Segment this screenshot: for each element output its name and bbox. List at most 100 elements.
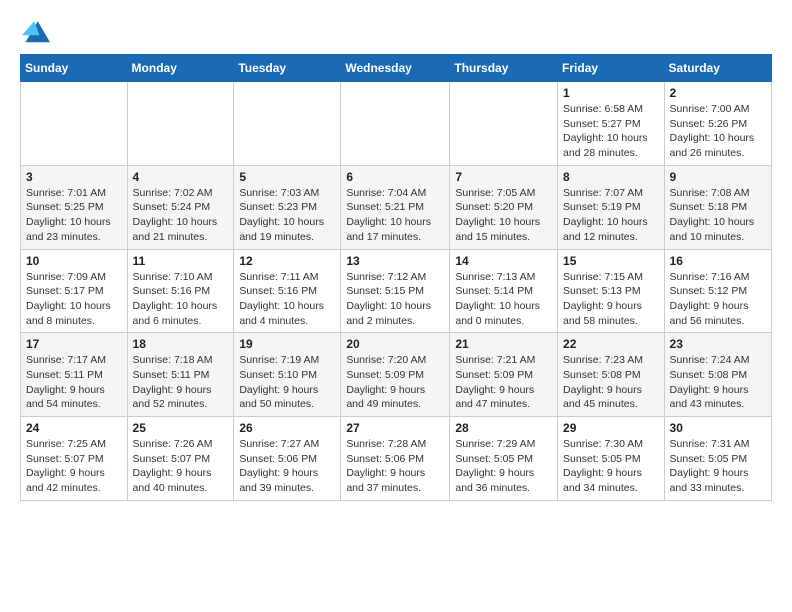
day-info: Sunrise: 7:05 AMSunset: 5:20 PMDaylight:…: [455, 186, 552, 245]
calendar-cell: 12 Sunrise: 7:11 AMSunset: 5:16 PMDayligh…: [234, 249, 341, 333]
day-number: 28: [455, 421, 552, 435]
day-number: 6: [346, 170, 444, 184]
calendar-cell: 11 Sunrise: 7:10 AMSunset: 5:16 PMDayligh…: [127, 249, 234, 333]
day-number: 19: [239, 337, 335, 351]
day-number: 9: [670, 170, 766, 184]
day-info: Sunrise: 7:10 AMSunset: 5:16 PMDaylight:…: [133, 270, 229, 329]
calendar-cell: 26 Sunrise: 7:27 AMSunset: 5:06 PMDayligh…: [234, 417, 341, 501]
day-info: Sunrise: 7:01 AMSunset: 5:25 PMDaylight:…: [26, 186, 122, 245]
day-number: 12: [239, 254, 335, 268]
day-info: Sunrise: 7:26 AMSunset: 5:07 PMDaylight:…: [133, 437, 229, 496]
day-info: Sunrise: 7:24 AMSunset: 5:08 PMDaylight:…: [670, 353, 766, 412]
calendar-cell: 16Sunrise: 7:16 AMSunset: 5:12 PMDayligh…: [664, 249, 771, 333]
calendar-week-1: 1 Sunrise: 6:58 AMSunset: 5:27 PMDaylight…: [21, 82, 772, 166]
day-number: 20: [346, 337, 444, 351]
day-info: Sunrise: 7:23 AMSunset: 5:08 PMDaylight:…: [563, 353, 659, 412]
day-number: 24: [26, 421, 122, 435]
day-number: 5: [239, 170, 335, 184]
day-info: Sunrise: 7:13 AMSunset: 5:14 PMDaylight:…: [455, 270, 552, 329]
day-info: Sunrise: 7:25 AMSunset: 5:07 PMDaylight:…: [26, 437, 122, 496]
calendar-cell: 1 Sunrise: 6:58 AMSunset: 5:27 PMDaylight…: [558, 82, 665, 166]
day-number: 23: [670, 337, 766, 351]
day-info: Sunrise: 7:07 AMSunset: 5:19 PMDaylight:…: [563, 186, 659, 245]
calendar-cell: 10 Sunrise: 7:09 AMSunset: 5:17 PMDayligh…: [21, 249, 128, 333]
day-number: 15: [563, 254, 659, 268]
day-number: 1: [563, 86, 659, 100]
day-number: 29: [563, 421, 659, 435]
day-number: 21: [455, 337, 552, 351]
day-info: Sunrise: 7:18 AMSunset: 5:11 PMDaylight:…: [133, 353, 229, 412]
day-number: 10: [26, 254, 122, 268]
day-info: Sunrise: 7:04 AMSunset: 5:21 PMDaylight:…: [346, 186, 444, 245]
day-info: Sunrise: 7:31 AMSunset: 5:05 PMDaylight:…: [670, 437, 766, 496]
calendar-cell: 15 Sunrise: 7:15 AMSunset: 5:13 PMDayligh…: [558, 249, 665, 333]
day-number: 7: [455, 170, 552, 184]
calendar-cell: 13 Sunrise: 7:12 AMSunset: 5:15 PMDayligh…: [341, 249, 450, 333]
day-info: Sunrise: 7:27 AMSunset: 5:06 PMDaylight:…: [239, 437, 335, 496]
day-number: 11: [133, 254, 229, 268]
day-number: 25: [133, 421, 229, 435]
day-number: 16: [670, 254, 766, 268]
calendar-cell: 4 Sunrise: 7:02 AMSunset: 5:24 PMDaylight…: [127, 165, 234, 249]
calendar-cell: 27 Sunrise: 7:28 AMSunset: 5:06 PMDayligh…: [341, 417, 450, 501]
calendar-header-tuesday: Tuesday: [234, 55, 341, 82]
day-info: Sunrise: 7:15 AMSunset: 5:13 PMDaylight:…: [563, 270, 659, 329]
day-number: 3: [26, 170, 122, 184]
day-number: 27: [346, 421, 444, 435]
calendar-cell: [234, 82, 341, 166]
calendar-cell: 9 Sunrise: 7:08 AMSunset: 5:18 PMDaylight…: [664, 165, 771, 249]
day-number: 30: [670, 421, 766, 435]
calendar-cell: 3 Sunrise: 7:01 AMSunset: 5:25 PMDaylight…: [21, 165, 128, 249]
calendar-cell: 25 Sunrise: 7:26 AMSunset: 5:07 PMDayligh…: [127, 417, 234, 501]
calendar-header-sunday: Sunday: [21, 55, 128, 82]
logo-text: [20, 16, 50, 44]
calendar-week-5: 24 Sunrise: 7:25 AMSunset: 5:07 PMDayligh…: [21, 417, 772, 501]
day-info: Sunrise: 7:09 AMSunset: 5:17 PMDaylight:…: [26, 270, 122, 329]
day-info: Sunrise: 7:29 AMSunset: 5:05 PMDaylight:…: [455, 437, 552, 496]
calendar-cell: 14 Sunrise: 7:13 AMSunset: 5:14 PMDayligh…: [450, 249, 558, 333]
calendar-cell: 18Sunrise: 7:18 AMSunset: 5:11 PMDayligh…: [127, 333, 234, 417]
day-info: Sunrise: 7:30 AMSunset: 5:05 PMDaylight:…: [563, 437, 659, 496]
logo: [20, 16, 50, 44]
calendar-week-2: 3 Sunrise: 7:01 AMSunset: 5:25 PMDaylight…: [21, 165, 772, 249]
page: SundayMondayTuesdayWednesdayThursdayFrid…: [0, 0, 792, 517]
day-number: 8: [563, 170, 659, 184]
calendar-cell: 5 Sunrise: 7:03 AMSunset: 5:23 PMDaylight…: [234, 165, 341, 249]
calendar-cell: 28 Sunrise: 7:29 AMSunset: 5:05 PMDayligh…: [450, 417, 558, 501]
day-info: Sunrise: 7:28 AMSunset: 5:06 PMDaylight:…: [346, 437, 444, 496]
day-info: Sunrise: 7:02 AMSunset: 5:24 PMDaylight:…: [133, 186, 229, 245]
calendar-cell: 22 Sunrise: 7:23 AMSunset: 5:08 PMDayligh…: [558, 333, 665, 417]
day-number: 26: [239, 421, 335, 435]
day-number: 13: [346, 254, 444, 268]
calendar-cell: 17 Sunrise: 7:17 AMSunset: 5:11 PMDayligh…: [21, 333, 128, 417]
day-info: Sunrise: 7:12 AMSunset: 5:15 PMDaylight:…: [346, 270, 444, 329]
day-info: Sunrise: 7:00 AMSunset: 5:26 PMDaylight:…: [670, 102, 766, 161]
day-number: 4: [133, 170, 229, 184]
calendar-week-3: 10 Sunrise: 7:09 AMSunset: 5:17 PMDayligh…: [21, 249, 772, 333]
calendar-cell: 7 Sunrise: 7:05 AMSunset: 5:20 PMDaylight…: [450, 165, 558, 249]
calendar-cell: [450, 82, 558, 166]
calendar-header-row: SundayMondayTuesdayWednesdayThursdayFrid…: [21, 55, 772, 82]
day-info: Sunrise: 7:17 AMSunset: 5:11 PMDaylight:…: [26, 353, 122, 412]
day-info: Sunrise: 7:11 AMSunset: 5:16 PMDaylight:…: [239, 270, 335, 329]
calendar-cell: [341, 82, 450, 166]
day-info: Sunrise: 7:21 AMSunset: 5:09 PMDaylight:…: [455, 353, 552, 412]
calendar-cell: 19Sunrise: 7:19 AMSunset: 5:10 PMDayligh…: [234, 333, 341, 417]
calendar-header-saturday: Saturday: [664, 55, 771, 82]
day-info: Sunrise: 6:58 AMSunset: 5:27 PMDaylight:…: [563, 102, 659, 161]
calendar-header-friday: Friday: [558, 55, 665, 82]
day-number: 14: [455, 254, 552, 268]
day-number: 17: [26, 337, 122, 351]
calendar-cell: 20Sunrise: 7:20 AMSunset: 5:09 PMDayligh…: [341, 333, 450, 417]
calendar-cell: 29 Sunrise: 7:30 AMSunset: 5:05 PMDayligh…: [558, 417, 665, 501]
calendar-cell: 8 Sunrise: 7:07 AMSunset: 5:19 PMDaylight…: [558, 165, 665, 249]
logo-icon: [22, 16, 50, 44]
day-number: 22: [563, 337, 659, 351]
calendar-week-4: 17 Sunrise: 7:17 AMSunset: 5:11 PMDayligh…: [21, 333, 772, 417]
calendar-cell: 6 Sunrise: 7:04 AMSunset: 5:21 PMDaylight…: [341, 165, 450, 249]
calendar-header-wednesday: Wednesday: [341, 55, 450, 82]
day-info: Sunrise: 7:08 AMSunset: 5:18 PMDaylight:…: [670, 186, 766, 245]
calendar: SundayMondayTuesdayWednesdayThursdayFrid…: [20, 54, 772, 501]
day-info: Sunrise: 7:03 AMSunset: 5:23 PMDaylight:…: [239, 186, 335, 245]
calendar-header-monday: Monday: [127, 55, 234, 82]
